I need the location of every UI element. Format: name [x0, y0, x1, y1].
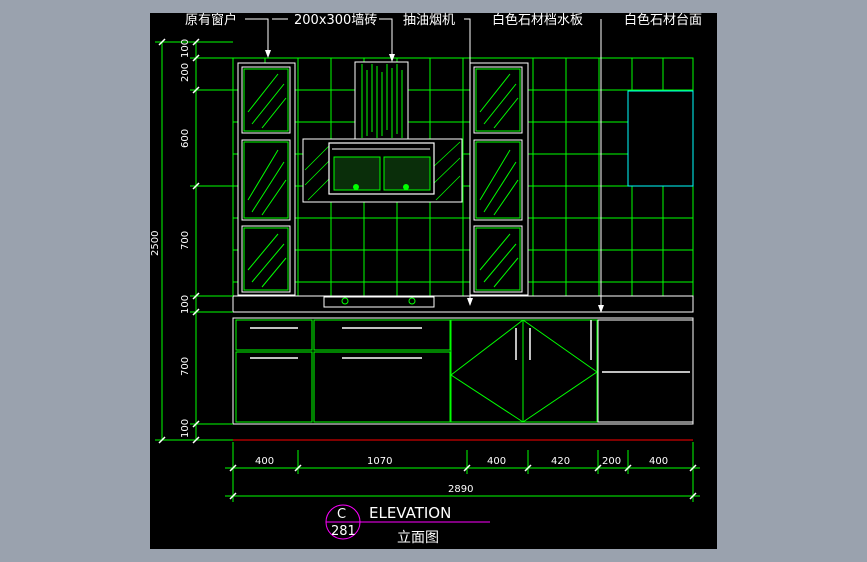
dim-h-3: 400 [487, 456, 506, 467]
dim-h-5: 200 [602, 456, 621, 467]
dim-h-1: 400 [255, 456, 274, 467]
dim-v-7: 100 [180, 419, 191, 438]
annotation-tile: 200x300墙砖 [294, 13, 377, 28]
countertop [232, 295, 694, 313]
title-subtitle: 立面图 [397, 530, 439, 546]
elevation-drawing: 原有窗户 200x300墙砖 抽油烟机 白色石材档水板 白色石材台面 100 2… [150, 12, 717, 549]
dim-h-4: 420 [551, 456, 570, 467]
left-window [237, 62, 296, 296]
dim-total-width: 2890 [448, 484, 473, 495]
dim-total-height: 2500 [150, 231, 161, 256]
annotation-splashback: 白色石材档水板 [492, 12, 583, 28]
dim-v-6: 700 [180, 357, 191, 376]
annotation-hood: 抽油烟机 [403, 13, 455, 28]
cad-viewport[interactable]: 原有窗户 200x300墙砖 抽油烟机 白色石材档水板 白色石材台面 100 2… [0, 0, 867, 562]
wall-cabinet [627, 90, 694, 187]
annotation-window: 原有窗户 [185, 12, 237, 28]
dim-v-4: 700 [180, 231, 191, 250]
right-window [469, 62, 529, 296]
annotation-countertop: 白色石材台面 [624, 12, 702, 28]
title-letter: C [337, 507, 346, 522]
dim-v-2: 200 [180, 63, 191, 82]
dim-h-2: 1070 [367, 456, 392, 467]
dim-v-3: 600 [180, 129, 191, 148]
dim-h-6: 400 [649, 456, 668, 467]
dim-v-5: 100 [180, 295, 191, 314]
dim-v-1: 100 [180, 39, 191, 58]
title-elevation: ELEVATION [369, 504, 451, 522]
title-number: 281 [331, 524, 356, 539]
